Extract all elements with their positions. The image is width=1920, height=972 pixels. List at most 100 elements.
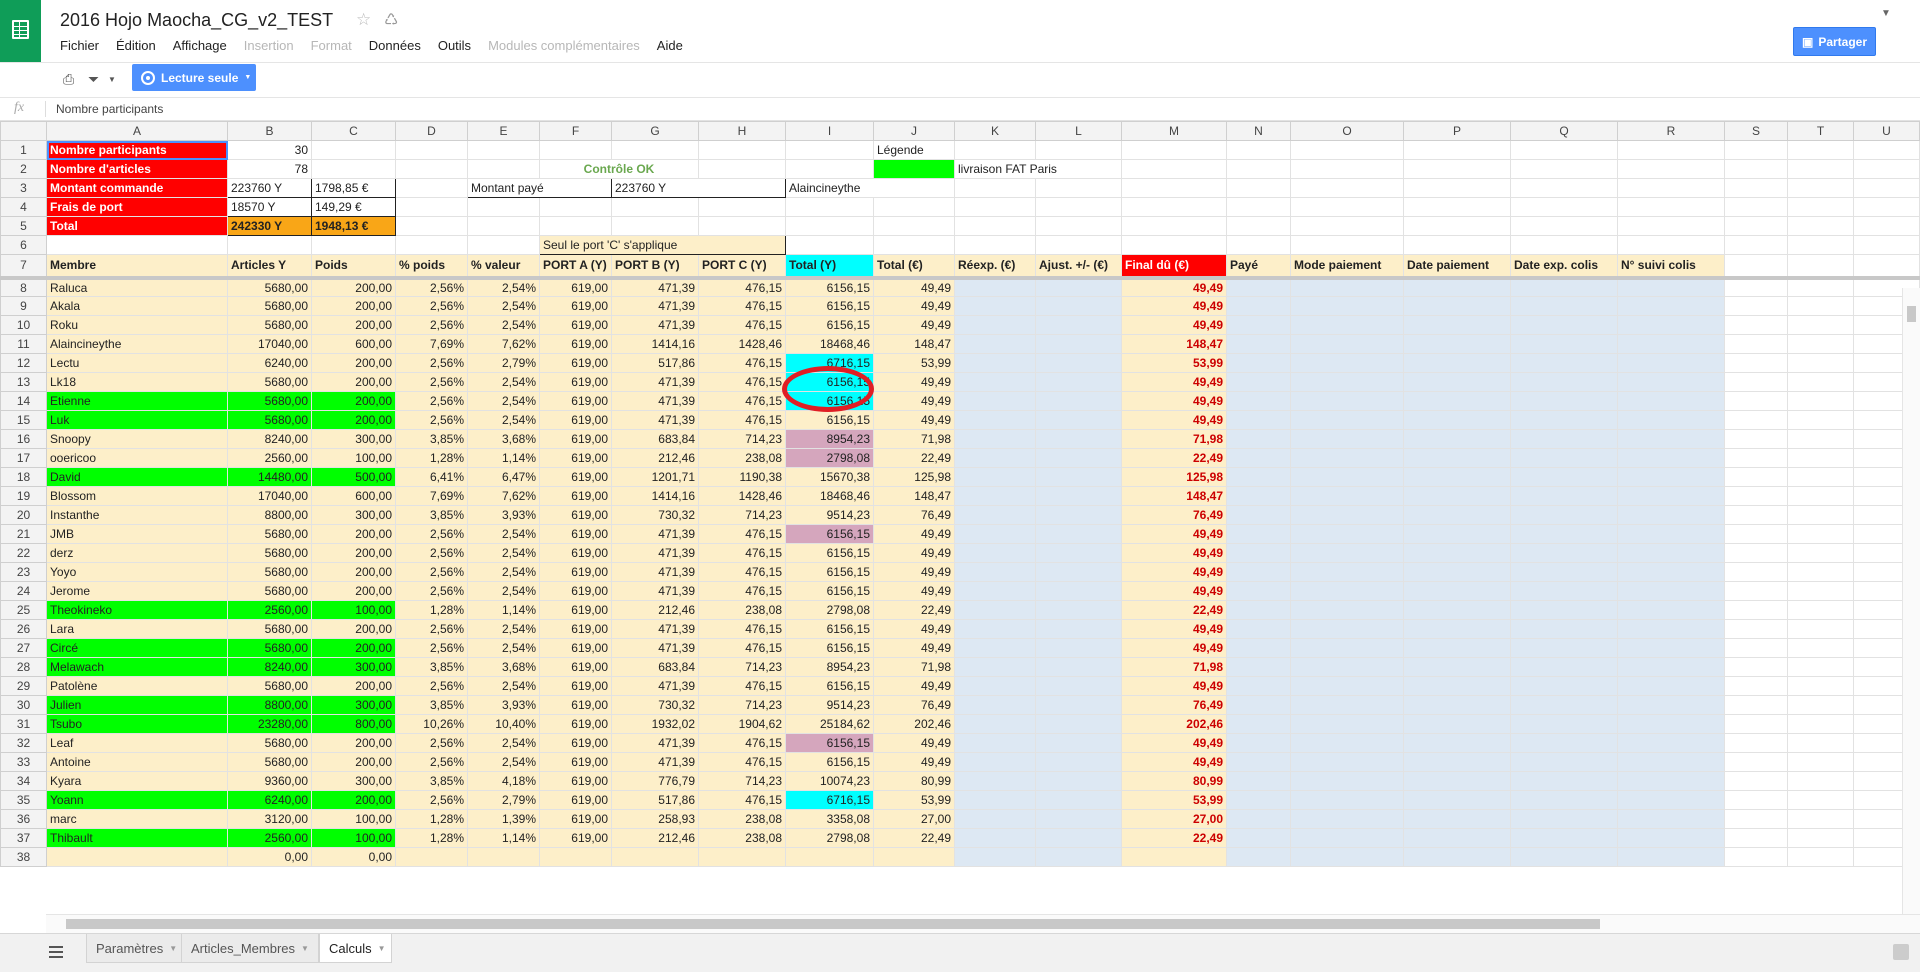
row-header[interactable]: 1 bbox=[0, 140, 47, 160]
table-header-cell[interactable]: Total (Y) bbox=[785, 254, 874, 280]
cell[interactable] bbox=[1724, 216, 1788, 236]
cell-m[interactable]: Julien bbox=[46, 695, 228, 715]
cell-ty[interactable]: 6156,15 bbox=[785, 619, 874, 639]
cell-input[interactable] bbox=[1290, 695, 1404, 715]
formula-input[interactable]: Nombre participants bbox=[56, 102, 163, 116]
cell[interactable] bbox=[954, 197, 1036, 217]
cell-input[interactable] bbox=[1035, 790, 1122, 810]
cell-input[interactable] bbox=[1617, 771, 1725, 791]
cell[interactable] bbox=[1724, 752, 1788, 772]
cell-pv[interactable]: 10,40% bbox=[467, 714, 540, 734]
cell-p[interactable]: 200,00 bbox=[311, 296, 396, 316]
cell-input[interactable] bbox=[1403, 448, 1511, 468]
cell-input[interactable] bbox=[1290, 467, 1404, 487]
cell-a[interactable]: 5680,00 bbox=[227, 543, 312, 563]
cell[interactable] bbox=[1787, 254, 1854, 280]
star-icon[interactable]: ☆ bbox=[356, 10, 371, 30]
cell-pa[interactable]: 619,00 bbox=[539, 714, 612, 734]
cell-c4[interactable]: 149,29 € bbox=[311, 197, 396, 217]
table-header-cell[interactable]: PORT A (Y) bbox=[539, 254, 612, 280]
cell-pc[interactable]: 714,23 bbox=[698, 695, 786, 715]
menu-item-0[interactable]: Fichier bbox=[60, 38, 99, 56]
cell-input[interactable] bbox=[1510, 790, 1618, 810]
cell-input[interactable] bbox=[1290, 277, 1404, 297]
cell-te[interactable] bbox=[873, 847, 955, 867]
cell-pb[interactable]: 471,39 bbox=[611, 543, 699, 563]
cell[interactable] bbox=[1724, 296, 1788, 316]
cell[interactable] bbox=[467, 140, 540, 160]
cell-input[interactable] bbox=[1403, 657, 1511, 677]
cell-input[interactable] bbox=[1510, 619, 1618, 639]
cell-input[interactable] bbox=[954, 619, 1036, 639]
cell-pa[interactable]: 619,00 bbox=[539, 638, 612, 658]
cell-te[interactable]: 49,49 bbox=[873, 752, 955, 772]
cell-input[interactable] bbox=[1403, 562, 1511, 582]
cell-final[interactable]: 53,99 bbox=[1121, 353, 1227, 373]
column-header[interactable]: N bbox=[1226, 121, 1291, 141]
cell-input[interactable] bbox=[1226, 334, 1291, 354]
table-header-cell[interactable]: Date paiement bbox=[1403, 254, 1511, 280]
cell[interactable] bbox=[1724, 828, 1788, 848]
cell[interactable] bbox=[1290, 159, 1404, 179]
cell-pc[interactable]: 1428,46 bbox=[698, 334, 786, 354]
cell[interactable] bbox=[467, 216, 540, 236]
cell-input[interactable] bbox=[1035, 277, 1122, 297]
cell-input[interactable] bbox=[1617, 448, 1725, 468]
cell[interactable] bbox=[1787, 216, 1854, 236]
cell-input[interactable] bbox=[1290, 353, 1404, 373]
cell-input[interactable] bbox=[1617, 752, 1725, 772]
cell-te[interactable]: 71,98 bbox=[873, 429, 955, 449]
cell-pa[interactable]: 619,00 bbox=[539, 315, 612, 335]
cell[interactable] bbox=[1787, 235, 1854, 255]
cell[interactable] bbox=[1724, 657, 1788, 677]
cell-input[interactable] bbox=[1226, 562, 1291, 582]
cell-pb[interactable]: 471,39 bbox=[611, 277, 699, 297]
cell-input[interactable] bbox=[1403, 372, 1511, 392]
cell-pb[interactable]: 683,84 bbox=[611, 429, 699, 449]
cell-input[interactable] bbox=[1290, 733, 1404, 753]
cell-input[interactable] bbox=[1617, 600, 1725, 620]
cell-input[interactable] bbox=[954, 448, 1036, 468]
cell[interactable] bbox=[1787, 581, 1854, 601]
cell[interactable] bbox=[611, 140, 699, 160]
row-header[interactable]: 12 bbox=[0, 353, 47, 373]
cell[interactable] bbox=[1853, 254, 1920, 280]
cell-pb[interactable]: 471,39 bbox=[611, 562, 699, 582]
cell-input[interactable] bbox=[1226, 847, 1291, 867]
cell[interactable] bbox=[46, 235, 228, 255]
cell-c3[interactable]: 1798,85 € bbox=[311, 178, 396, 198]
cell[interactable] bbox=[1787, 178, 1854, 198]
cell-m[interactable]: David bbox=[46, 467, 228, 487]
cell-pa[interactable]: 619,00 bbox=[539, 752, 612, 772]
cell-input[interactable] bbox=[1403, 695, 1511, 715]
cell-te[interactable]: 49,49 bbox=[873, 296, 955, 316]
cell-a[interactable]: 8240,00 bbox=[227, 657, 312, 677]
cell[interactable] bbox=[1121, 197, 1227, 217]
cell-m[interactable]: Jerome bbox=[46, 581, 228, 601]
cell[interactable] bbox=[1290, 235, 1404, 255]
cell-pp[interactable]: 2,56% bbox=[395, 638, 468, 658]
column-header[interactable]: P bbox=[1403, 121, 1511, 141]
cell-input[interactable] bbox=[1290, 410, 1404, 430]
cell[interactable] bbox=[1724, 178, 1788, 198]
cell[interactable] bbox=[1617, 235, 1725, 255]
cell-input[interactable] bbox=[1290, 619, 1404, 639]
cell-input[interactable] bbox=[1290, 315, 1404, 335]
cell-pp[interactable]: 7,69% bbox=[395, 334, 468, 354]
cell-p[interactable]: 600,00 bbox=[311, 334, 396, 354]
cell-final[interactable]: 71,98 bbox=[1121, 429, 1227, 449]
cell-input[interactable] bbox=[1290, 448, 1404, 468]
cell-te[interactable]: 148,47 bbox=[873, 334, 955, 354]
cell[interactable] bbox=[1724, 695, 1788, 715]
cell-input[interactable] bbox=[1290, 809, 1404, 829]
cell-final[interactable]: 22,49 bbox=[1121, 828, 1227, 848]
row-header[interactable]: 20 bbox=[0, 505, 47, 525]
cell-input[interactable] bbox=[1617, 391, 1725, 411]
cell-te[interactable]: 27,00 bbox=[873, 809, 955, 829]
cell-pb[interactable]: 212,46 bbox=[611, 828, 699, 848]
cell-pc[interactable]: 1428,46 bbox=[698, 486, 786, 506]
cell-pc[interactable]: 238,08 bbox=[698, 828, 786, 848]
cell-m[interactable]: Etienne bbox=[46, 391, 228, 411]
cell-input[interactable] bbox=[1403, 733, 1511, 753]
cell[interactable] bbox=[227, 235, 312, 255]
